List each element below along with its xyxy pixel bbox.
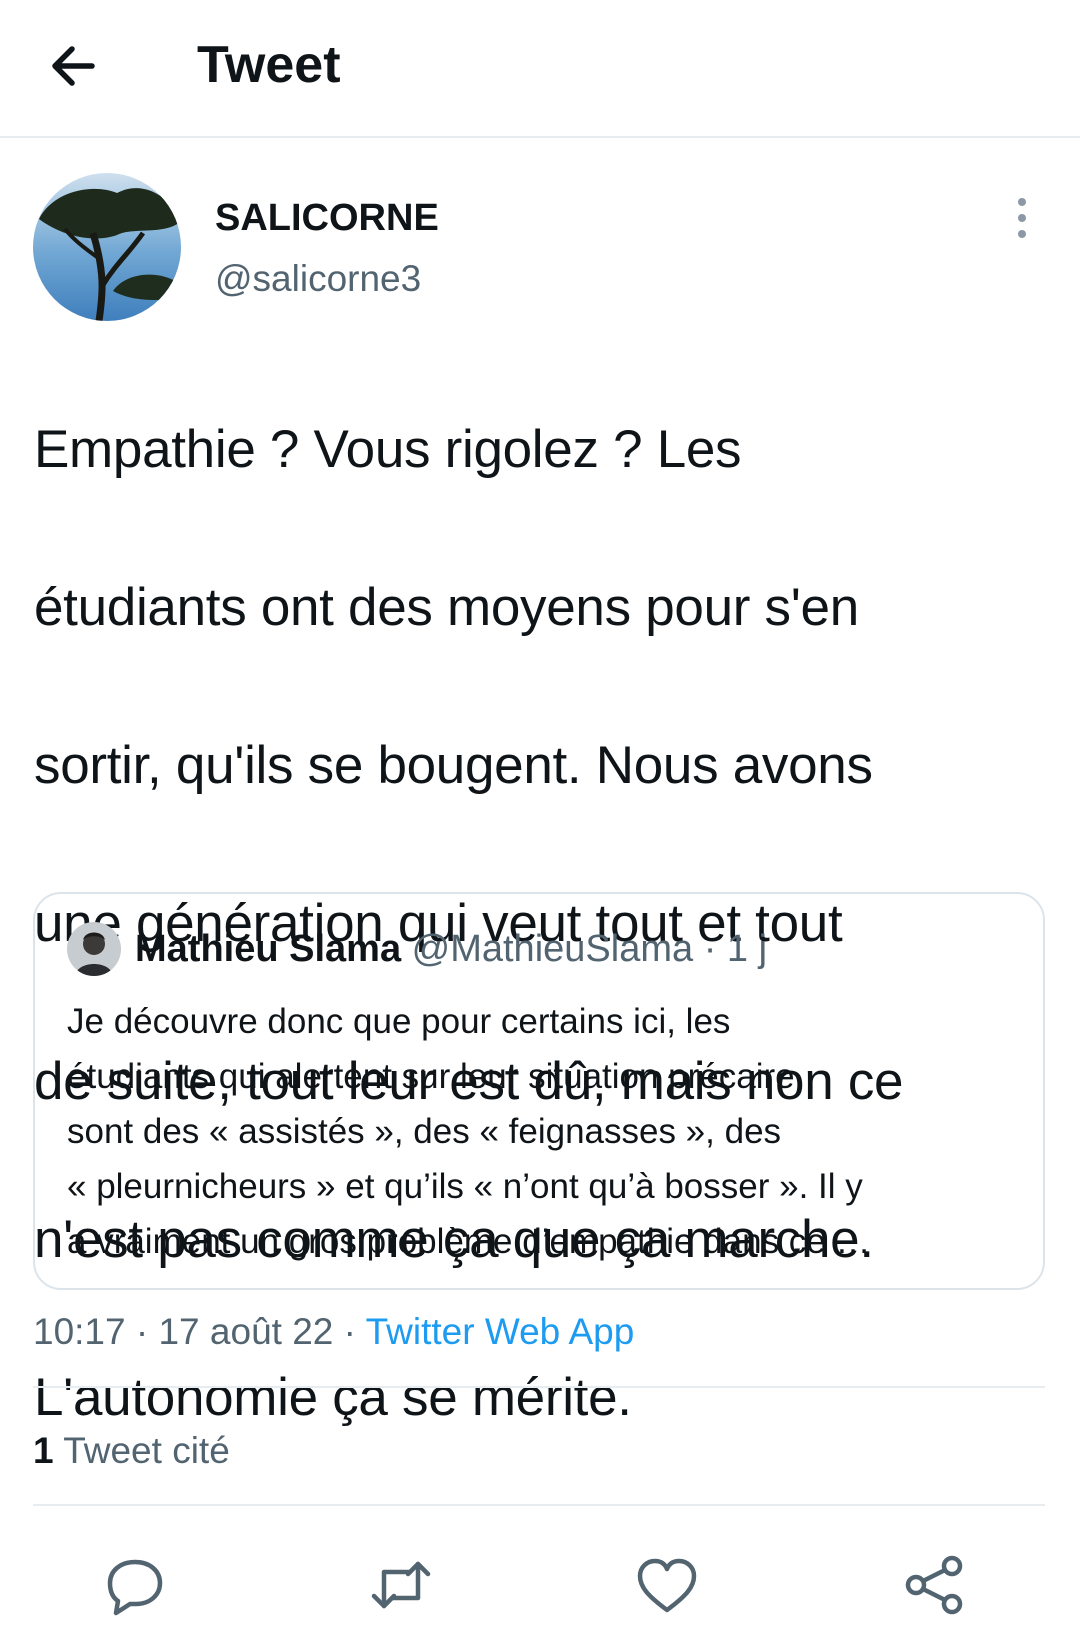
author-handle[interactable]: @salicorne3	[215, 256, 421, 302]
quoted-text-line: étudiants qui alertent sur leur situatio…	[67, 1057, 795, 1096]
quoted-text: Je découvre donc que pour certains ici, …	[67, 994, 1027, 1269]
quote-count-label: Tweet cité	[63, 1430, 230, 1471]
meta-separator: ·	[135, 1311, 159, 1352]
quoted-age: 1 j	[726, 928, 768, 970]
quoted-display-name: Mathieu Slama	[135, 928, 402, 970]
arrow-left-icon	[52, 46, 95, 86]
quoted-text-line: Je découvre donc que pour certains ici, …	[67, 1002, 731, 1041]
quoted-text-line: sont des « assistés », des « feignasses …	[67, 1112, 782, 1151]
page-title: Tweet	[197, 36, 341, 94]
more-vertical-icon	[1018, 198, 1026, 238]
quoted-text-line: a vraiment un gros problème d’empathie d…	[67, 1222, 871, 1261]
retweet-icon	[371, 1561, 431, 1609]
tweet-time[interactable]: 10:17	[33, 1311, 126, 1352]
meta-separator: ·	[343, 1311, 366, 1352]
share-button[interactable]	[900, 1550, 970, 1620]
quote-count-value: 1	[33, 1430, 54, 1471]
author-display-name[interactable]: SALICORNE	[215, 195, 439, 241]
more-options-button[interactable]	[1006, 196, 1038, 240]
quoted-separator: ·	[703, 928, 717, 970]
quoted-avatar	[67, 922, 121, 976]
tweet-text-line: Empathie ? Vous rigolez ? Les	[34, 420, 742, 479]
share-icon	[905, 1555, 963, 1615]
tweet-meta: 10:17 · 17 août 22 · Twitter Web App	[33, 1306, 634, 1358]
person-photo-icon	[67, 922, 121, 976]
top-bar: Tweet	[0, 0, 1080, 138]
quoted-handle: @MathieuSlama	[411, 928, 694, 970]
tree-photo-icon	[33, 173, 181, 321]
back-button[interactable]	[46, 36, 110, 96]
like-button[interactable]	[632, 1550, 702, 1620]
retweet-button[interactable]	[366, 1550, 436, 1620]
divider	[33, 1386, 1045, 1388]
quoted-text-line: « pleurnicheurs » et qu’ils « n’ont qu’à…	[67, 1167, 863, 1206]
tweet-date[interactable]: 17 août 22	[158, 1311, 333, 1352]
tweet-text-line: étudiants ont des moyens pour s'en	[34, 578, 859, 637]
reply-icon	[107, 1559, 163, 1616]
tweet-text-line: sortir, qu'ils se bougent. Nous avons	[34, 736, 873, 795]
quoted-header: Mathieu Slama @MathieuSlama · 1 j	[135, 924, 767, 974]
avatar[interactable]	[33, 173, 181, 321]
divider	[33, 1504, 1045, 1506]
heart-icon	[637, 1558, 697, 1613]
reply-button[interactable]	[100, 1550, 170, 1620]
quoted-tweet-card[interactable]: Mathieu Slama @MathieuSlama · 1 j Je déc…	[33, 892, 1045, 1290]
source-link[interactable]: Twitter Web App	[366, 1311, 635, 1352]
quote-tweets-link[interactable]: 1 Tweet cité	[33, 1425, 230, 1477]
